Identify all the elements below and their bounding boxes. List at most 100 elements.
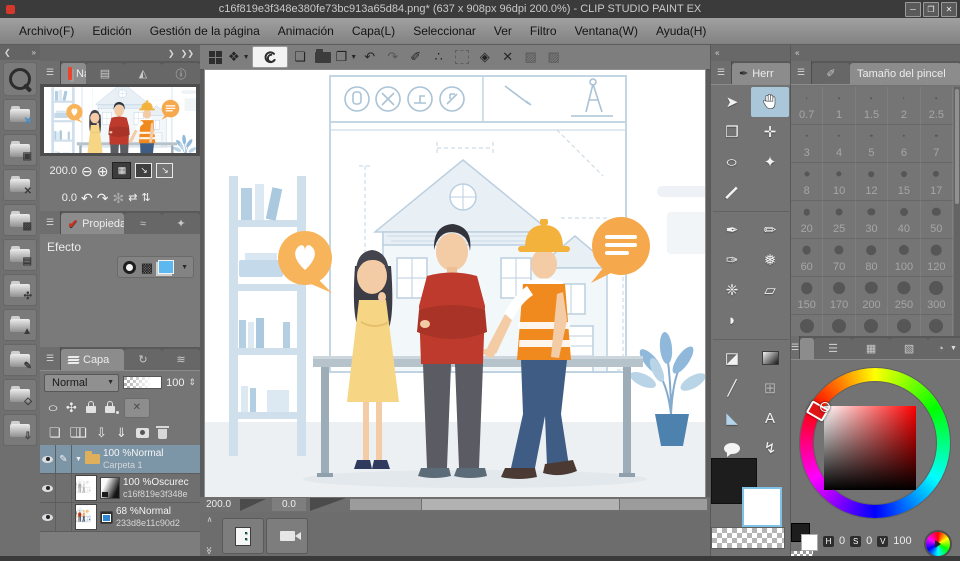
figure-tool[interactable]: ╱ (713, 373, 751, 403)
snap-ruler-icon[interactable]: ✐ (405, 47, 426, 67)
brush-size-menu-icon[interactable]: ☰ (791, 61, 812, 84)
tab-capa[interactable]: Capa (61, 349, 124, 370)
material-folder-3d[interactable]: ◇ (3, 379, 37, 411)
brush-size-2.5[interactable]: 2.5 (921, 87, 953, 125)
panel-expand-icon[interactable]: ❯ (168, 49, 175, 58)
snap-special-ruler-icon[interactable]: ∴ (428, 47, 449, 67)
canvas-rotation-slider[interactable] (310, 498, 346, 511)
layer-row-c16f819e3f348e[interactable]: 100 %Oscurecc16f819e3f348e (40, 474, 200, 503)
tab-color-wheel[interactable] (800, 338, 814, 359)
brush-size-5[interactable]: 5 (856, 125, 888, 163)
transform-icon[interactable]: ✕ (497, 47, 518, 67)
sv-marker[interactable] (820, 402, 830, 412)
brush-size-0.7[interactable]: 0.7 (791, 87, 823, 125)
grid-toggle-icon[interactable]: ▨ (520, 47, 541, 67)
tab-tamano-del-pincel[interactable]: Tamaño del pincel (850, 63, 960, 84)
minimize-button[interactable]: ─ (905, 2, 921, 17)
tab-color-mixer[interactable]: ▧ (890, 338, 928, 359)
selection-tool[interactable]: ○ (713, 147, 751, 177)
brush-size-250[interactable]: 250 (888, 277, 920, 315)
pen-tool[interactable]: ✒ (713, 215, 751, 245)
rail-collapse-strip[interactable]: ❮ » (0, 45, 40, 60)
tab-subview[interactable]: ▤ (86, 63, 124, 84)
tab-flask[interactable]: ✦ (162, 213, 200, 234)
blend-tool[interactable]: ◗ (713, 305, 751, 335)
right-collapse-icon[interactable]: » (795, 49, 799, 58)
brush-size-8[interactable]: 8 (791, 163, 823, 201)
layer-property-menu-icon[interactable]: ☰ (40, 211, 61, 234)
brush-size-10[interactable]: 10 (823, 163, 855, 201)
delete-layer-icon[interactable] (158, 429, 167, 439)
panel-expand-double-icon[interactable]: ❯❯ (181, 49, 194, 58)
material-folder-color[interactable]: ✕ (3, 99, 37, 131)
transparent-color-swatch[interactable] (711, 527, 785, 549)
eraser-tool[interactable]: ▱ (751, 275, 789, 305)
brush-size-150[interactable]: 150 (791, 277, 823, 315)
sub-color-swatch[interactable] (742, 487, 782, 527)
menu-animaci-n[interactable]: Animación (269, 21, 343, 41)
brush-size-25[interactable]: 25 (823, 201, 855, 239)
value-value[interactable]: 100 (893, 535, 911, 547)
tab-color-sliders[interactable]: ☰ (814, 338, 852, 359)
brush-size-clipped[interactable] (921, 315, 953, 336)
undo-icon[interactable]: ↶ (359, 47, 380, 67)
layer-visibility-toggle[interactable] (40, 445, 56, 473)
guide-toggle-icon[interactable]: ▨ (543, 47, 564, 67)
scroll-down-icon[interactable]: ≫ (205, 546, 214, 554)
workspace-grid-icon[interactable] (205, 47, 226, 67)
brush-size-clipped[interactable] (856, 315, 888, 336)
navigator-menu-icon[interactable]: ☰ (40, 61, 61, 84)
tool-collapse-icon[interactable]: » (715, 49, 719, 58)
brush-size-clipped[interactable] (823, 315, 855, 336)
layer-edit-indicator[interactable]: ✎ (56, 445, 72, 473)
menu-seleccionar[interactable]: Seleccionar (404, 21, 485, 41)
tool-collapse-strip[interactable]: » (711, 45, 791, 61)
brush-size-1[interactable]: 1 (823, 87, 855, 125)
fit-to-screen-icon[interactable]: ▦ (112, 162, 131, 179)
menu-archivo-f[interactable]: Archivo(F) (10, 21, 83, 41)
brush-size-4[interactable]: 4 (823, 125, 855, 163)
brush-size-30[interactable]: 30 (856, 201, 888, 239)
rail-collapse-right-icon[interactable]: » (32, 48, 36, 57)
canvas-zoom-value[interactable]: 200.0 (206, 499, 238, 510)
left-panel-collapse-strip[interactable]: ❯ ❯❯ (40, 45, 200, 61)
fit-to-width-icon[interactable]: ↘ (135, 163, 152, 178)
new-folder-icon[interactable]: ❏❏ (70, 426, 81, 439)
object-tool[interactable]: ❒ (713, 117, 751, 147)
layer-edit-indicator[interactable] (56, 474, 72, 502)
brush-size-60[interactable]: 60 (791, 239, 823, 277)
brush-size-clipped[interactable] (888, 315, 920, 336)
brush-size-200[interactable]: 200 (856, 277, 888, 315)
scrollbar-thumb[interactable] (955, 89, 959, 204)
lock-transparent-icon[interactable] (105, 406, 115, 413)
rail-collapse-left-icon[interactable]: ❮ (4, 48, 11, 57)
clip-to-layer-icon[interactable]: ○ (47, 401, 58, 414)
brush-size-clipped[interactable] (791, 315, 823, 336)
transfer-down-icon[interactable]: ⇩ (96, 426, 107, 439)
actual-size-icon[interactable]: ↘ (156, 163, 173, 178)
tab-herramienta[interactable]: ✒ Herr (732, 63, 791, 84)
new-file-icon[interactable]: ❏ (290, 47, 311, 67)
quick-access-button[interactable] (3, 62, 37, 96)
layer-row-carpeta-1[interactable]: ✎▼100 %NormalCarpeta 1 (40, 445, 200, 474)
menu-capa-l[interactable]: Capa(L) (343, 21, 404, 41)
canvas-rotation-value[interactable]: 0.0 (272, 498, 306, 511)
decoration-tool[interactable]: ❈ (713, 275, 751, 305)
rotate-ccw-icon[interactable]: ↶ (81, 191, 93, 205)
brush-size-50[interactable]: 50 (921, 201, 953, 239)
rotate-cw-icon[interactable]: ↷ (97, 191, 109, 205)
layer-color-dropdown-icon[interactable]: ▼ (181, 264, 188, 271)
layer-mask-icon[interactable] (136, 428, 149, 438)
brush-size-100[interactable]: 100 (888, 239, 920, 277)
menu-filtro[interactable]: Filtro (521, 21, 566, 41)
material-folder-tone[interactable]: ▩ (3, 204, 37, 236)
material-folder-monochrome[interactable]: ✕ (3, 169, 37, 201)
brush-size-scrollbar[interactable] (954, 87, 960, 336)
tab-color-history[interactable]: ◔ ▼ (928, 338, 960, 359)
brush-size-6[interactable]: 6 (888, 125, 920, 163)
tab-color-set[interactable]: ▦ (852, 338, 890, 359)
save-file-icon-dropdown[interactable]: ▼ (350, 54, 357, 61)
scroll-up-icon[interactable]: ∧ (207, 515, 213, 524)
brush-size-70[interactable]: 70 (823, 239, 855, 277)
menu-gesti-n-de-la-p-gina[interactable]: Gestión de la página (141, 21, 269, 41)
